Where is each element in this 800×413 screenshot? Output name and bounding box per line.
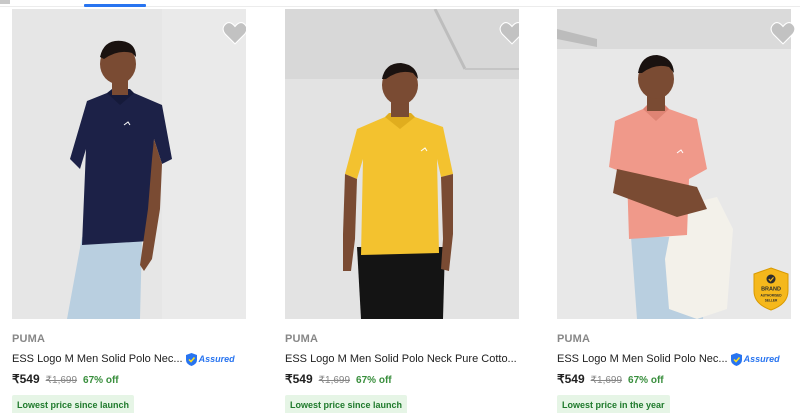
price-row: ₹549 ₹1,699 67% off <box>12 372 246 388</box>
active-tab-indicator <box>84 4 146 7</box>
product-title-row[interactable]: ESS Logo M Men Solid Polo Nec... Assured <box>557 351 800 367</box>
lowest-price-tag: Lowest price since launch <box>285 395 408 413</box>
selling-price: ₹549 <box>12 372 40 386</box>
lowest-price-tag: Lowest price in the year <box>557 395 670 413</box>
product-listing: PUMA ESS Logo M Men Solid Polo Nec... As… <box>0 0 800 413</box>
assured-label: Assured <box>198 354 235 364</box>
product-card[interactable]: BRAND AUTHORISED SELLER PUMA ESS Logo M … <box>557 9 800 413</box>
product-image[interactable] <box>12 9 246 319</box>
brand-authorised-seller-badge: BRAND AUTHORISED SELLER <box>752 267 790 311</box>
product-brand: PUMA <box>12 333 46 345</box>
product-image[interactable] <box>285 9 519 319</box>
product-title[interactable]: ESS Logo M Men Solid Polo Nec... <box>12 353 183 365</box>
assured-badge: Assured <box>730 352 780 366</box>
price-row: ₹549 ₹1,699 67% off <box>285 372 519 388</box>
product-brand: PUMA <box>285 333 319 345</box>
heart-icon[interactable] <box>222 21 246 45</box>
top-corner-mark <box>0 0 10 4</box>
discount-percent: 67% off <box>83 375 119 386</box>
badge-line2: AUTHORISED <box>760 294 782 298</box>
product-title[interactable]: ESS Logo M Men Solid Polo Neck Pure Cott… <box>285 353 517 365</box>
product-title-row[interactable]: ESS Logo M Men Solid Polo Neck Pure Cott… <box>285 351 519 367</box>
price-row: ₹549 ₹1,699 67% off <box>557 372 800 388</box>
product-image[interactable]: BRAND AUTHORISED SELLER <box>557 9 800 319</box>
badge-line1: BRAND <box>761 287 781 293</box>
product-title-row[interactable]: ESS Logo M Men Solid Polo Nec... Assured <box>12 351 246 367</box>
product-photo <box>12 9 246 319</box>
product-photo <box>285 9 519 319</box>
heart-icon[interactable] <box>770 21 796 45</box>
selling-price: ₹549 <box>557 372 585 386</box>
assured-label: Assured <box>743 354 780 364</box>
original-price: ₹1,699 <box>590 375 623 386</box>
assured-badge: Assured <box>185 352 235 366</box>
product-brand: PUMA <box>557 333 591 345</box>
product-card[interactable]: PUMA ESS Logo M Men Solid Polo Nec... As… <box>12 9 246 413</box>
original-price: ₹1,699 <box>318 375 351 386</box>
product-card[interactable]: PUMA ESS Logo M Men Solid Polo Neck Pure… <box>285 9 519 413</box>
selling-price: ₹549 <box>285 372 313 386</box>
original-price: ₹1,699 <box>45 375 78 386</box>
badge-line3: SELLER <box>765 299 778 303</box>
assured-shield-icon <box>730 352 742 366</box>
assured-shield-icon <box>185 352 197 366</box>
lowest-price-tag: Lowest price since launch <box>12 395 135 413</box>
product-title[interactable]: ESS Logo M Men Solid Polo Nec... <box>557 353 728 365</box>
badge-shield-icon: BRAND AUTHORISED SELLER <box>753 267 789 311</box>
discount-percent: 67% off <box>628 375 664 386</box>
discount-percent: 67% off <box>356 375 392 386</box>
heart-icon[interactable] <box>499 21 519 45</box>
